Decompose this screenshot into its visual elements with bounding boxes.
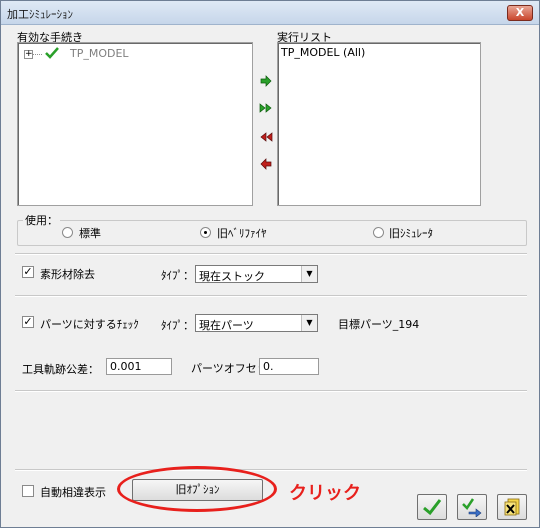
add-one-arrow-icon[interactable] [259, 75, 273, 87]
expand-icon[interactable]: + [24, 50, 33, 59]
chevron-down-icon[interactable]: ▼ [301, 266, 317, 282]
divider [15, 295, 527, 297]
part-check-checkbox[interactable]: ✓ [22, 316, 34, 328]
radio-standard[interactable] [62, 227, 73, 238]
execution-list-item[interactable]: TP_MODEL (All) [281, 46, 365, 59]
divider [15, 469, 527, 471]
part-check-label[interactable]: パーツに対するﾁｪｯｸ [40, 316, 139, 332]
window-title: 加工ｼﾐｭﾚｰｼｮﾝ [7, 8, 73, 21]
part-type-label: ﾀｲﾌﾟ： [161, 319, 194, 332]
stock-type-label: ﾀｲﾌﾟ： [161, 269, 194, 282]
stock-removal-checkbox[interactable]: ✓ [22, 266, 34, 278]
path-tolerance-label: 工具軌跡公差： [22, 363, 99, 376]
execution-list[interactable]: TP_MODEL (All) [277, 42, 481, 206]
radio-old-simulator-label[interactable]: 旧ｼﾐｭﾚｰﾀ [389, 225, 433, 241]
apply-button[interactable] [457, 494, 487, 520]
remove-all-arrow-icon[interactable] [259, 131, 273, 143]
simulation-dialog: 加工ｼﾐｭﾚｰｼｮﾝ X 有効な手続き + TP_MODEL 実行リスト TP_… [0, 0, 540, 528]
check-icon [423, 499, 442, 516]
tree-connector [33, 54, 42, 55]
close-button[interactable]: X [507, 5, 533, 21]
check-icon [45, 47, 59, 59]
stock-removal-label[interactable]: 素形材除去 [40, 266, 95, 282]
auto-diff-checkbox[interactable] [22, 485, 34, 497]
target-part-label: 目標パーツ_194 [338, 318, 420, 331]
title-bar: 加工ｼﾐｭﾚｰｼｮﾝ X [1, 1, 539, 25]
radio-standard-label[interactable]: 標準 [79, 225, 101, 241]
tree-item-tp-model[interactable]: TP_MODEL [70, 47, 129, 60]
part-type-value: 現在パーツ [199, 319, 254, 332]
cancel-icon [504, 498, 520, 516]
divider [15, 253, 527, 255]
stock-type-select[interactable]: 現在ストック ▼ [195, 265, 318, 283]
path-tolerance-input[interactable]: 0.001 [106, 358, 172, 375]
usage-legend: 使用： [23, 212, 60, 228]
divider [15, 390, 527, 392]
add-all-arrow-icon[interactable] [259, 102, 273, 114]
cancel-button[interactable] [497, 494, 527, 520]
chevron-down-icon[interactable]: ▼ [301, 315, 317, 331]
stock-type-value: 現在ストック [199, 270, 265, 283]
check-apply-icon [462, 498, 482, 518]
auto-diff-label[interactable]: 自動相違表示 [40, 484, 106, 500]
radio-old-simulator[interactable] [373, 227, 384, 238]
part-type-select[interactable]: 現在パーツ ▼ [195, 314, 318, 332]
click-annotation: クリック [289, 483, 361, 504]
radio-old-verifier-label[interactable]: 旧ﾍﾞﾘﾌｧｲﾔ [217, 225, 267, 241]
part-offset-input[interactable]: 0. [259, 358, 319, 375]
radio-old-verifier[interactable] [200, 227, 211, 238]
remove-one-arrow-icon[interactable] [259, 158, 273, 170]
highlight-ellipse [117, 466, 277, 512]
ok-button[interactable] [417, 494, 447, 520]
available-procedures-list[interactable]: + TP_MODEL [17, 42, 253, 206]
